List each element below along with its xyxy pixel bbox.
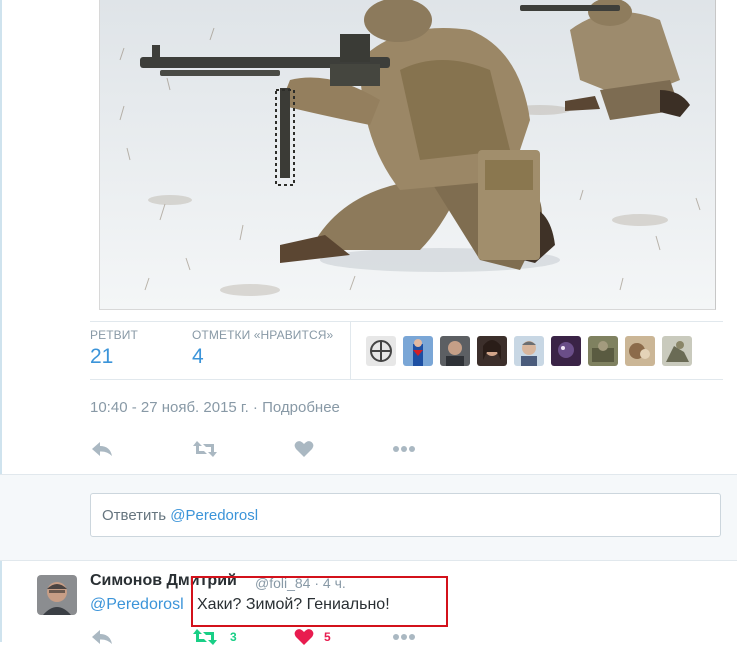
liker-avatar[interactable] (551, 336, 581, 366)
liker-avatar[interactable] (625, 336, 655, 366)
more-action-button[interactable] (392, 440, 416, 458)
comment-like-button[interactable]: 5 (294, 628, 331, 646)
stats-vertical-divider (350, 322, 351, 379)
comment-more-button[interactable] (392, 628, 416, 646)
retweet-action-button[interactable] (192, 440, 218, 458)
liker-avatar[interactable] (662, 336, 692, 366)
heart-icon (294, 629, 314, 645)
likes-count[interactable]: 4 (192, 345, 204, 369)
more-icon (393, 634, 415, 640)
likes-label: ОТМЕТКИ «НРАВИТСЯ» (192, 328, 334, 342)
comment-reply-button[interactable] (91, 628, 113, 646)
retweets-label: РЕТВИТ (90, 328, 138, 342)
tweet-photo[interactable] (99, 0, 716, 310)
reply-placeholder: Ответить (102, 507, 167, 524)
reply-icon (92, 442, 112, 456)
meta-separator: · (252, 399, 258, 416)
liker-avatar[interactable] (588, 336, 618, 366)
soldiers-in-snow-image (100, 0, 715, 309)
retweets-count[interactable]: 21 (90, 345, 113, 369)
details-link[interactable]: Подробнее (262, 399, 340, 416)
like-action-button[interactable] (294, 440, 314, 458)
annotation-highlight-box (191, 576, 448, 627)
stats-top-divider (90, 321, 723, 322)
tweet-timestamp-row: 10:40 - 27 нояб. 2015 г. · Подробнее (90, 399, 340, 416)
more-icon (393, 446, 415, 452)
liker-avatar[interactable] (440, 336, 470, 366)
reply-input[interactable]: Ответить @Peredorosl (90, 493, 721, 537)
comment-mention[interactable]: @Peredorosl (90, 596, 184, 614)
liker-avatar[interactable] (366, 336, 396, 366)
liker-avatar[interactable] (514, 336, 544, 366)
reply-mention: @Peredorosl (170, 507, 259, 524)
reply-icon (92, 630, 112, 644)
reply-action-button[interactable] (91, 440, 113, 458)
stats-bottom-divider (90, 379, 723, 380)
liker-avatar[interactable] (477, 336, 507, 366)
tweet-timestamp: 10:40 - 27 нояб. 2015 г. (90, 399, 249, 416)
retweet-icon (193, 629, 217, 645)
heart-icon (294, 441, 314, 457)
comment-retweet-button[interactable]: 3 (192, 628, 237, 646)
likers-avatar-strip (366, 336, 692, 366)
retweet-icon (193, 441, 217, 457)
liker-avatar[interactable] (403, 336, 433, 366)
commenter-avatar[interactable] (37, 575, 77, 615)
